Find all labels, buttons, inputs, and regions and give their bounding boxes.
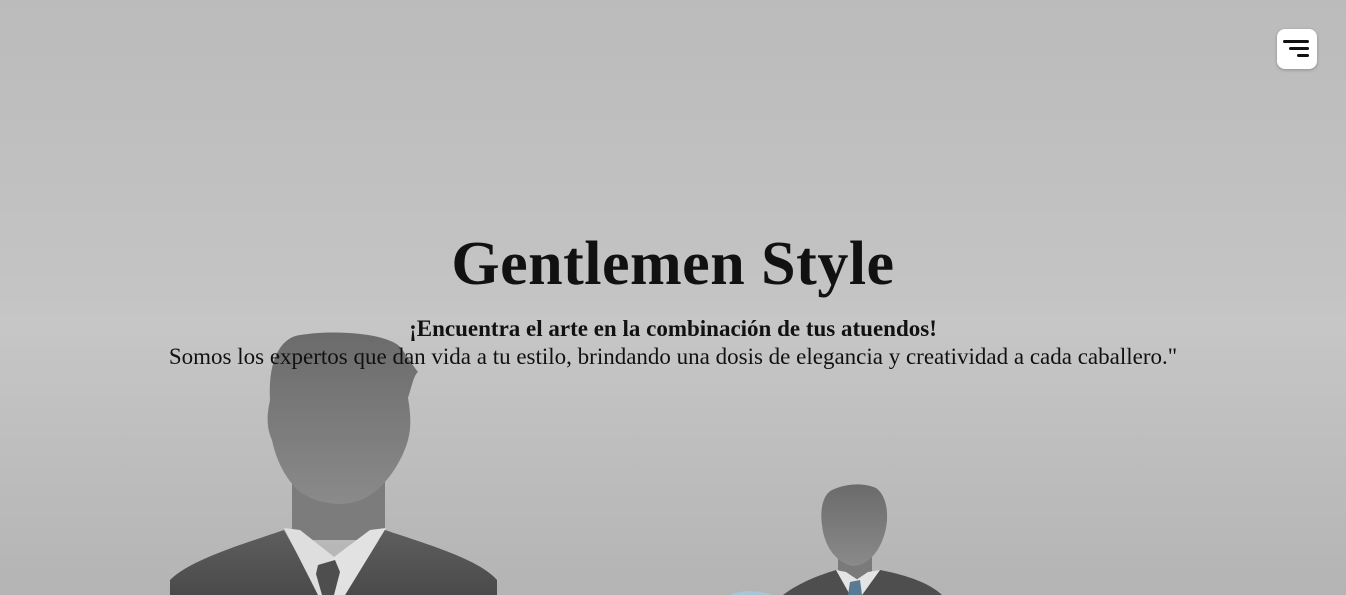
hamburger-menu-icon xyxy=(1283,40,1309,57)
hero-section: Gentlemen Style ¡Encuentra el arte en la… xyxy=(0,226,1346,371)
hero-title: Gentlemen Style xyxy=(451,230,895,298)
man-silhouette-left xyxy=(170,332,497,595)
man-silhouette-right xyxy=(730,484,942,595)
hero-subtitle: ¡Encuentra el arte en la combinación de … xyxy=(409,316,937,341)
hero-description: Somos los expertos que dan vida a tu est… xyxy=(168,344,1178,369)
menu-button[interactable] xyxy=(1277,29,1317,69)
